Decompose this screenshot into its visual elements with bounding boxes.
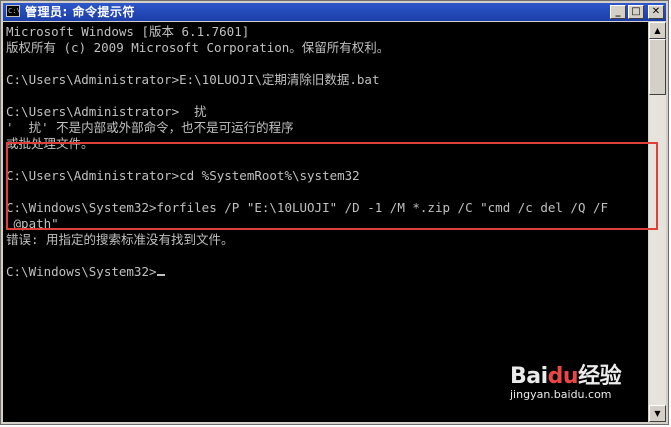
watermark-site: jingyan.baidu.com — [510, 388, 612, 401]
console-line: C:\Users\Administrator>cd %SystemRoot%\s… — [6, 168, 360, 183]
console-line-error: 错误: 用指定的搜索标准没有找到文件。 — [6, 232, 234, 247]
console-line: 或批处理文件。 — [6, 136, 94, 151]
console-prompt: C:\Windows\System32> — [6, 264, 157, 279]
minimize-button[interactable]: _ — [610, 5, 626, 19]
maximize-button[interactable]: □ — [628, 5, 644, 19]
console-line: C:\Users\Administrator> 扰 — [6, 104, 207, 119]
vertical-scrollbar[interactable]: ▲ ▼ — [649, 22, 666, 422]
console-line: C:\Windows\System32>forfiles /P "E:\10LU… — [6, 200, 609, 215]
title-bar[interactable]: C:\ 管理员: 命令提示符 _ □ ✕ — [3, 3, 666, 21]
console-prompt-line: C:\Windows\System32> — [6, 265, 165, 279]
console-line: Microsoft Windows [版本 6.1.7601] — [6, 24, 250, 39]
console-line: ' 扰' 不是内部或外部命令，也不是可运行的程序 — [6, 120, 294, 135]
console-line: 版权所有 (c) 2009 Microsoft Corporation。保留所有… — [6, 40, 390, 55]
scroll-down-button[interactable]: ▼ — [649, 405, 666, 422]
console-line: C:\Users\Administrator>E:\10LUOJI\定期清除旧数… — [6, 72, 380, 87]
text-cursor — [156, 274, 165, 276]
scroll-up-button[interactable]: ▲ — [649, 22, 666, 39]
paw-icon: du — [547, 364, 579, 389]
scrollbar-thumb[interactable] — [649, 39, 666, 95]
close-button[interactable]: ✕ — [648, 5, 664, 19]
window-title: 管理员: 命令提示符 — [25, 5, 135, 19]
console-app-icon[interactable]: C:\ — [6, 5, 21, 17]
baidu-logo: Baidu经验 — [510, 364, 622, 389]
console-line: @path" — [6, 216, 59, 231]
